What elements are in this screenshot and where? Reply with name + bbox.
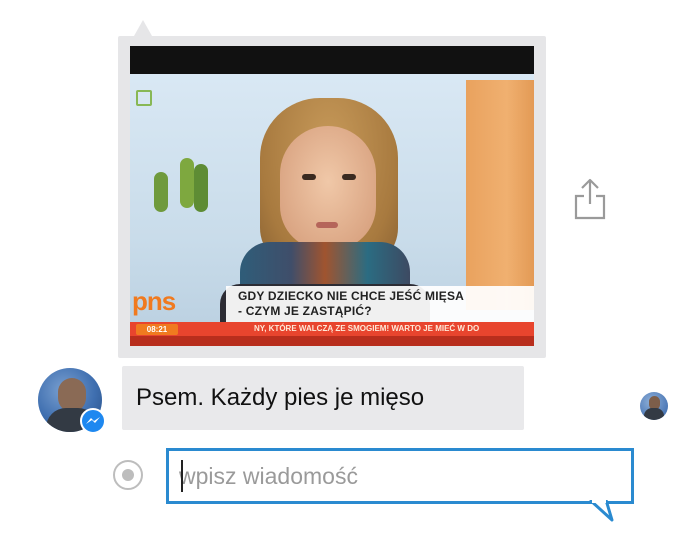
presenter-eye — [342, 174, 356, 180]
seen-avatar-body — [644, 408, 664, 420]
presenter-face — [280, 126, 376, 250]
image-message-bubble[interactable]: GDY DZIECKO NIE CHCE JEŚĆ MIĘSA - CZYM J… — [118, 36, 546, 358]
input-bubble-tail — [588, 500, 614, 522]
message-text: Psem. Każdy pies je mięso — [136, 384, 425, 411]
text-message-bubble[interactable]: Psem. Każdy pies je mięso — [122, 366, 524, 430]
tv-screenshot-image[interactable]: GDY DZIECKO NIE CHCE JEŚĆ MIĘSA - CZYM J… — [130, 46, 534, 346]
presenter-mouth — [316, 222, 338, 228]
plant-decoration — [180, 158, 194, 208]
seen-avatar — [640, 392, 668, 420]
tv-bottom-strip — [130, 336, 534, 346]
tv-caption-line1: GDY DZIECKO NIE CHCE JEŚĆ MIĘSA — [238, 289, 465, 303]
message-input[interactable] — [179, 459, 619, 493]
plant-decoration — [154, 172, 168, 212]
message-input-box[interactable] — [166, 448, 634, 504]
text-caret — [181, 460, 183, 492]
studio-wood-panel — [466, 80, 534, 310]
tv-time-badge: 08:21 — [136, 324, 178, 335]
chat-conversation: GDY DZIECKO NIE CHCE JEŚĆ MIĘSA - CZYM J… — [0, 0, 678, 535]
presenter-eye — [302, 174, 316, 180]
avatar-head — [58, 378, 86, 412]
share-icon[interactable] — [572, 176, 608, 222]
tv-ticker-text: NY, KTÓRE WALCZĄ ZE SMOGIEM! WARTO JE MI… — [254, 324, 480, 333]
radio-dot — [122, 469, 134, 481]
tv-black-bar — [130, 46, 534, 74]
messenger-icon — [80, 408, 106, 434]
image-bubble-tail — [134, 20, 152, 36]
plant-decoration — [194, 164, 208, 212]
tv-caption-line2: - CZYM JE ZASTĄPIĆ? — [238, 304, 372, 318]
tv-channel-logo: pns — [132, 286, 176, 316]
channel-corner-icon — [136, 90, 152, 106]
radio-icon[interactable] — [113, 460, 143, 490]
